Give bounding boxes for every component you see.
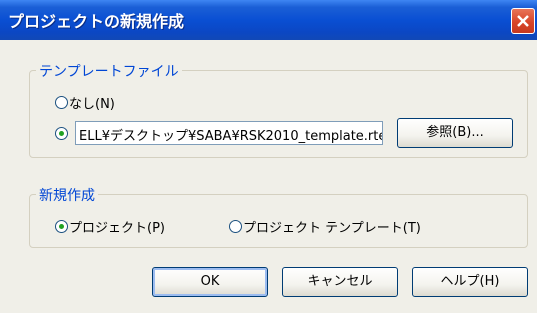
radio-none-label[interactable]: なし(N)	[69, 93, 115, 112]
new-create-legend: 新規作成	[36, 185, 98, 205]
help-button[interactable]: ヘルプ(H)	[412, 267, 528, 297]
cancel-button[interactable]: キャンセル	[282, 267, 398, 297]
close-icon	[517, 15, 529, 27]
template-file-legend: テンプレートファイル	[36, 61, 182, 81]
template-file-path-input[interactable]: ELL¥デスクトップ¥SABA¥RSK2010_template.rte	[75, 121, 383, 145]
radio-project-template-label[interactable]: プロジェクト テンプレート(T)	[243, 217, 421, 236]
dialog-title: プロジェクトの新規作成	[8, 12, 185, 31]
browse-button[interactable]: 参照(B)...	[397, 118, 513, 148]
template-file-path-value: ELL¥デスクトップ¥SABA¥RSK2010_template.rte	[79, 129, 383, 144]
close-button[interactable]	[511, 8, 535, 34]
radio-template-file[interactable]	[55, 127, 68, 140]
radio-project-template[interactable]	[229, 220, 242, 233]
radio-project[interactable]	[55, 220, 68, 233]
new-project-dialog: プロジェクトの新規作成 テンプレートファイル なし(N) ELL¥デスクトップ¥…	[0, 0, 537, 313]
radio-none[interactable]	[55, 96, 68, 109]
title-bar[interactable]: プロジェクトの新規作成	[0, 0, 537, 40]
radio-project-label[interactable]: プロジェクト(P)	[69, 217, 165, 236]
ok-button[interactable]: OK	[152, 267, 268, 297]
